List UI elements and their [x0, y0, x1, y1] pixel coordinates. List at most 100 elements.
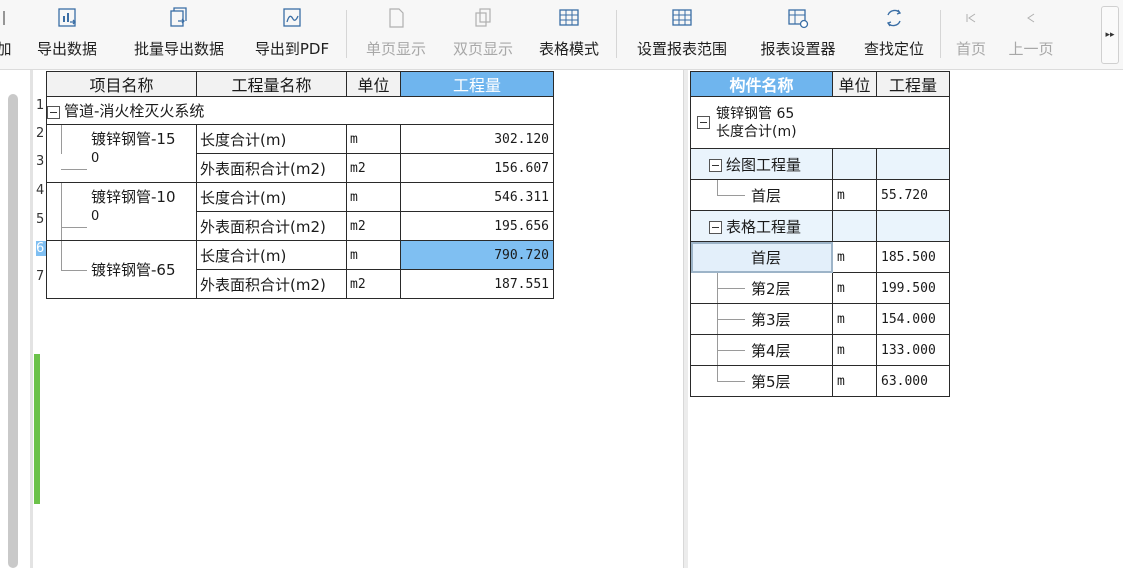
value-cell[interactable]: 156.607 — [400, 153, 554, 183]
table-row[interactable]: 第5层 m 63.000 — [690, 365, 950, 397]
table-mode-button[interactable]: 表格模式 — [529, 4, 609, 66]
report-range-button[interactable]: 设置报表范围 — [626, 4, 738, 66]
single-page-button[interactable]: 单页显示 — [356, 4, 436, 66]
floor-cell[interactable]: 首层 — [690, 179, 833, 211]
left-splitter[interactable] — [30, 70, 33, 568]
vertical-scrollbar[interactable] — [8, 94, 18, 568]
item-name-line1: 镀锌钢管-15 — [91, 130, 176, 148]
qty-name-cell[interactable]: 外表面积合计(m2) — [196, 211, 347, 241]
tree-line — [717, 180, 718, 195]
qty-name-cell[interactable]: 长度合计(m) — [196, 182, 347, 212]
table-row[interactable]: 镀锌钢管-10 0 长度合计(m) m 546.311 — [46, 182, 554, 241]
value-cell-selected[interactable]: 790.720 — [400, 240, 554, 270]
floor-cell[interactable]: 第4层 — [690, 334, 833, 366]
header-project-name[interactable]: 项目名称 — [46, 71, 197, 97]
group-unit-cell — [832, 210, 877, 242]
unit-cell[interactable]: m2 — [346, 269, 401, 299]
collapse-icon[interactable] — [697, 116, 710, 129]
floor-cell[interactable]: 第2层 — [690, 272, 833, 304]
value-cell[interactable]: 546.311 — [400, 182, 554, 212]
group-cell[interactable]: 管道-消火栓灭火系统 — [46, 96, 554, 125]
unit-cell[interactable]: m — [832, 303, 877, 335]
unit-cell[interactable]: m — [832, 334, 877, 366]
floor-label: 首层 — [751, 248, 782, 267]
value-cell[interactable]: 199.500 — [876, 272, 950, 304]
table-row[interactable]: 第4层 m 133.000 — [690, 334, 950, 366]
find-locate-icon — [883, 7, 905, 29]
table-row[interactable]: 首层 m 55.720 — [690, 179, 950, 211]
row-number: 4 — [36, 183, 45, 198]
group-row[interactable]: 绘图工程量 — [690, 148, 950, 180]
partial-add-button[interactable]: 加 — [0, 4, 12, 66]
partial-icon — [0, 7, 15, 29]
first-page-button[interactable]: 首页 — [950, 4, 992, 66]
panel-splitter[interactable] — [683, 70, 688, 568]
header-component-name[interactable]: 构件名称 — [690, 71, 833, 97]
unit-cell[interactable]: m — [832, 241, 877, 273]
tree-line — [717, 381, 745, 382]
value-cell[interactable]: 187.551 — [400, 269, 554, 299]
value-cell[interactable]: 185.500 — [876, 241, 950, 273]
value-cell[interactable]: 55.720 — [876, 179, 950, 211]
value-cell[interactable]: 63.000 — [876, 365, 950, 397]
component-title-row[interactable]: 镀锌钢管 65 长度合计(m) — [690, 96, 950, 149]
floor-cell[interactable]: 第5层 — [690, 365, 833, 397]
component-title-cell[interactable]: 镀锌钢管 65 长度合计(m) — [690, 96, 950, 149]
header-quantity-name[interactable]: 工程量名称 — [196, 71, 347, 97]
floor-cell[interactable]: 第3层 — [690, 303, 833, 335]
first-page-icon — [960, 7, 982, 29]
more-options-button[interactable]: ▸▸ — [1101, 6, 1119, 64]
prev-page-button[interactable]: 上一页 — [1000, 4, 1062, 66]
collapse-handle[interactable] — [34, 354, 40, 504]
unit-cell[interactable]: m — [832, 272, 877, 304]
unit-cell[interactable]: m2 — [346, 211, 401, 241]
unit-cell[interactable]: m — [346, 240, 401, 270]
first-page-label: 首页 — [955, 40, 986, 58]
batch-export-button[interactable]: 批量导出数据 — [124, 4, 234, 66]
header-quantity[interactable]: 工程量 — [400, 71, 554, 97]
group-row[interactable]: 管道-消火栓灭火系统 — [46, 96, 554, 125]
group-cell[interactable]: 表格工程量 — [690, 210, 833, 242]
collapse-icon[interactable] — [47, 105, 60, 119]
floor-cell-selected[interactable]: 首层 — [690, 241, 833, 273]
group-value-cell — [876, 148, 950, 180]
header-unit[interactable]: 单位 — [346, 71, 401, 97]
collapse-icon[interactable] — [709, 220, 722, 234]
item-name-cell[interactable]: 镀锌钢管-15 0 — [46, 124, 197, 183]
qty-name-cell[interactable]: 外表面积合计(m2) — [196, 153, 347, 183]
qty-name-cell[interactable]: 长度合计(m) — [196, 124, 347, 154]
report-settings-button[interactable]: 报表设置器 — [750, 4, 846, 66]
group-cell[interactable]: 绘图工程量 — [690, 148, 833, 180]
header-quantity[interactable]: 工程量 — [876, 71, 950, 97]
collapse-icon[interactable] — [709, 158, 722, 172]
unit-cell[interactable]: m — [346, 182, 401, 212]
qty-name-cell[interactable]: 长度合计(m) — [196, 240, 347, 270]
value-cell[interactable]: 195.656 — [400, 211, 554, 241]
tree-line — [61, 270, 87, 271]
unit-cell[interactable]: m — [346, 124, 401, 154]
find-locate-button[interactable]: 查找定位 — [855, 4, 933, 66]
export-pdf-button[interactable]: 导出到PDF — [247, 4, 337, 66]
unit-cell[interactable]: m2 — [346, 153, 401, 183]
group-row[interactable]: 表格工程量 — [690, 210, 950, 242]
unit-cell[interactable]: m — [832, 179, 877, 211]
item-name-line2: 0 — [91, 151, 100, 166]
tree-line — [717, 288, 745, 289]
table-row[interactable]: 镀锌钢管-15 0 长度合计(m) m 302.120 — [46, 124, 554, 183]
table-row[interactable]: 第3层 m 154.000 — [690, 303, 950, 335]
value-cell[interactable]: 154.000 — [876, 303, 950, 335]
qty-name-cell[interactable]: 外表面积合计(m2) — [196, 269, 347, 299]
table-row[interactable]: 首层 m 185.500 — [690, 241, 950, 273]
header-unit[interactable]: 单位 — [832, 71, 877, 97]
value-cell[interactable]: 302.120 — [400, 124, 554, 154]
table-row[interactable]: 镀锌钢管-65 长度合计(m) m 790.720 — [46, 240, 554, 299]
report-range-icon — [671, 7, 693, 29]
export-data-button[interactable]: 导出数据 — [30, 4, 104, 66]
unit-cell[interactable]: m — [832, 365, 877, 397]
double-page-button[interactable]: 双页显示 — [443, 4, 523, 66]
item-name-cell[interactable]: 镀锌钢管-65 — [46, 240, 197, 299]
tree-line — [717, 319, 745, 320]
table-row[interactable]: 第2层 m 199.500 — [690, 272, 950, 304]
value-cell[interactable]: 133.000 — [876, 334, 950, 366]
item-name-cell[interactable]: 镀锌钢管-10 0 — [46, 182, 197, 241]
